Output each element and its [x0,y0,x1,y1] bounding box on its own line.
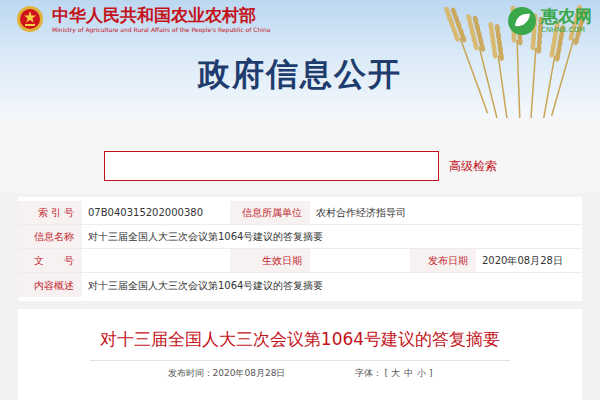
emblem-icon [16,5,44,33]
info-card: 索 引 号07B040315202000380信息所属单位农村合作经济指导司信息… [18,197,582,301]
info-row: 内容概述对十三届全国人大三次会议第1064号建议的答复摘要 [18,273,582,297]
article-title: 对十三届全国人大三次会议第1064号建议的答复摘要 [100,329,500,350]
info-value: 07B040315202000380 [82,201,230,224]
page-title: 政府信息公开 [198,58,402,90]
info-row: 信息名称对十三届全国人大三次会议第1064号建议的答复摘要 [18,225,582,249]
info-label: 生效日期 [230,249,310,272]
info-value: 对十三届全国人大三次会议第1064号建议的答复摘要 [82,273,582,297]
advanced-search-link[interactable]: 高级检索 [449,157,497,175]
font-size-control: 字体：[大中小] [355,367,432,381]
info-label: 发布日期 [410,249,476,272]
article-meta: 发布时间：2020年08月28日 字体：[大中小] [90,360,510,381]
font-size-option[interactable]: 中 [403,367,414,381]
watermark: 惠农网 CNHNB.COM [507,6,592,36]
search-input[interactable] [104,151,439,181]
publish-time: 发布时间：2020年08月28日 [168,367,286,381]
info-label: 信息名称 [18,225,82,248]
info-label: 内容概述 [18,273,82,297]
info-value: 农村合作经济指导司 [310,201,582,224]
info-row: 文 号 生效日期 发布日期2020年08月28日 [18,249,582,273]
watermark-domain: CNHNB.COM [541,27,592,34]
info-label: 索 引 号 [18,201,82,224]
ministry-english: Ministry of Agriculture and Rural Affair… [52,26,270,34]
page: 中华人民共和国农业农村部Ministry of Agriculture and … [0,0,600,400]
info-label: 信息所属单位 [230,201,310,224]
watermark-name: 惠农网 [541,8,592,25]
font-size-option[interactable]: 大 [390,367,401,381]
info-value [82,249,230,272]
info-value: 对十三届全国人大三次会议第1064号建议的答复摘要 [82,225,582,248]
font-size-option[interactable]: 小 [416,367,427,381]
info-label: 文 号 [18,249,82,272]
search-band: 高级检索 [0,118,600,193]
info-value: 2020年08月28日 [476,249,582,272]
article-card: 对十三届全国人大三次会议第1064号建议的答复摘要发布时间：2020年08月28… [18,309,582,400]
info-value [310,249,410,272]
leaf-logo-icon [507,6,537,36]
header: 中华人民共和国农业农村部Ministry of Agriculture and … [0,0,600,118]
info-row: 索 引 号07B040315202000380信息所属单位农村合作经济指导司 [18,201,582,225]
ministry-name: 中华人民共和国农业农村部 [52,5,270,26]
